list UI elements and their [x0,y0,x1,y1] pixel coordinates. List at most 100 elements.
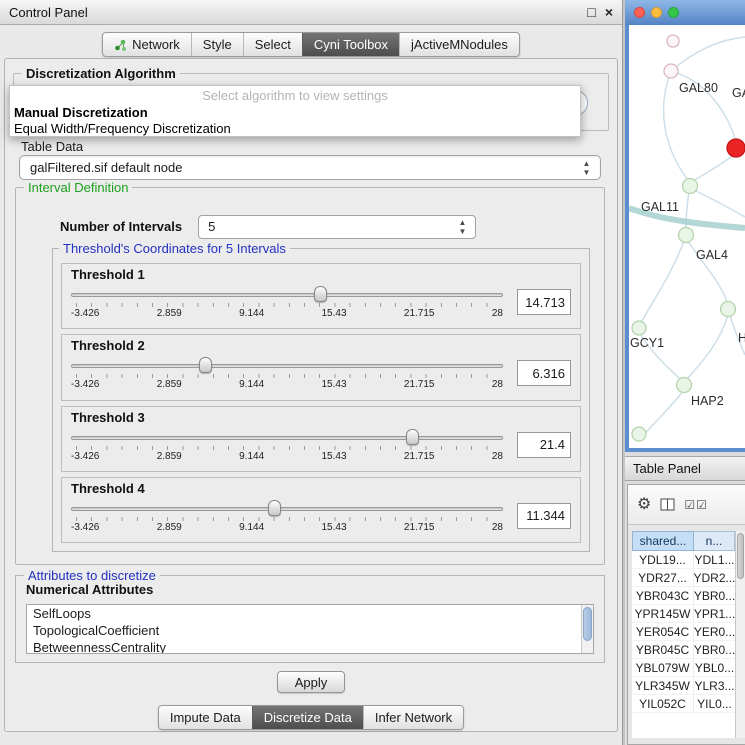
threshold-slider[interactable]: -3.4262.8599.14415.4321.71528 [71,497,503,535]
table-cell: YDL19... [632,551,694,568]
column-header-shared-name[interactable]: shared... [632,531,694,551]
network-node[interactable] [683,179,698,194]
table-row[interactable]: YDR27...YDR2... [632,569,735,587]
threshold-slider[interactable]: -3.4262.8599.14415.4321.71528 [71,426,503,464]
group-title: Threshold's Coordinates for 5 Intervals [59,241,290,256]
threshold-slider[interactable]: -3.4262.8599.14415.4321.71528 [71,283,503,321]
checkbox-icons[interactable]: ☑☑ [684,499,708,511]
list-item[interactable]: BetweennessCentrality [27,639,593,654]
table-cell: YPR1... [694,605,735,622]
threshold-value-field[interactable]: 21.4 [517,432,571,458]
table-cell: YDL1... [694,551,735,568]
tab-style[interactable]: Style [191,33,243,56]
threshold-value-field[interactable]: 11.344 [517,503,571,529]
gear-icon[interactable]: ⚙ [637,497,651,513]
list-item[interactable]: SelfLoops [27,605,593,622]
threshold-value-field[interactable]: 6.316 [517,360,571,386]
table-cell: YPR145W [632,605,694,622]
table-data-value: galFiltered.sif default node [30,160,182,175]
table-cell: YLR345W [632,677,694,694]
network-node[interactable] [677,378,692,393]
tab-impute-data[interactable]: Impute Data [159,706,252,729]
interval-definition-group: Interval Definition Number of Intervals … [15,187,605,565]
number-of-intervals-spinner[interactable]: 5 ▲▼ [198,215,476,239]
table-row[interactable]: YER054CYER0... [632,623,735,641]
network-node[interactable] [632,427,646,441]
slider-track[interactable] [71,293,503,297]
tick-label: 21.715 [404,379,435,390]
combo-arrows-icon[interactable]: ▲▼ [580,159,593,177]
table-row[interactable]: YPR145WYPR1... [632,605,735,623]
threshold-value-field[interactable]: 14.713 [517,289,571,315]
network-node[interactable] [679,228,694,243]
tab-label: Cyni Toolbox [314,37,388,52]
close-traffic-light-icon[interactable] [634,7,645,18]
slider-track[interactable] [71,364,503,368]
control-panel: Control Panel □ × Network Style Select C… [0,0,622,745]
threshold-label: Threshold 4 [71,481,571,496]
tick-label: 28 [492,522,503,533]
minimize-traffic-light-icon[interactable] [651,7,662,18]
algorithm-dropdown-popup: Select algorithm to view settings Manual… [9,85,581,137]
zoom-traffic-light-icon[interactable] [668,7,679,18]
tab-label: Network [132,37,180,52]
threshold-slider[interactable]: -3.4262.8599.14415.4321.71528 [71,354,503,392]
table-row[interactable]: YIL052CYIL0... [632,695,735,713]
table-header-row: shared... n... [632,531,735,551]
tick-label: 15.43 [322,451,347,462]
network-node[interactable] [664,64,678,78]
tick-label: 2.859 [157,379,182,390]
network-window-titlebar[interactable] [625,0,745,25]
dropdown-option-manual[interactable]: Manual Discretization [10,103,580,120]
network-node[interactable] [667,35,679,47]
table-scrollbar[interactable] [735,531,745,738]
scrollbar-thumb[interactable] [737,533,744,579]
table-row[interactable]: YLR345WYLR3... [632,677,735,695]
thresholds-group: Threshold's Coordinates for 5 Intervals … [52,248,590,552]
numerical-attributes-list[interactable]: SelfLoopsTopologicalCoefficientBetweenne… [26,604,594,654]
table-data-combobox[interactable]: galFiltered.sif default node ▲▼ [19,155,601,180]
list-item[interactable]: TopologicalCoefficient [27,622,593,639]
scrollbar-thumb[interactable] [583,607,592,641]
node-label: GAL80 [679,81,718,95]
tab-discretize-data[interactable]: Discretize Data [252,706,363,729]
table-row[interactable]: YDL19...YDL1... [632,551,735,569]
tab-select[interactable]: Select [243,33,302,56]
list-scrollbar[interactable] [581,605,593,653]
apply-button[interactable]: Apply [277,671,345,693]
slider-thumb[interactable] [314,286,327,302]
number-of-intervals-label: Number of Intervals [60,219,182,234]
tab-network[interactable]: Network [103,33,191,56]
spinner-arrows-icon[interactable]: ▲▼ [456,218,469,236]
slider-thumb[interactable] [199,357,212,373]
group-title: Attributes to discretize [24,568,160,583]
slider-track[interactable] [71,507,503,511]
slider-thumb[interactable] [406,429,419,445]
tab-infer-network[interactable]: Infer Network [363,706,463,729]
table-row[interactable]: YBR043CYBR0... [632,587,735,605]
network-canvas[interactable]: GAL80 GA GAL11 GAL4 GCY1 H HAP2 [629,25,745,448]
slider-thumb[interactable] [268,500,281,516]
slider-track[interactable] [71,436,503,440]
tick-label: 15.43 [322,379,347,390]
node-label: GAL4 [696,248,728,262]
table-row[interactable]: YBR045CYBR0... [632,641,735,659]
tab-cyni-toolbox[interactable]: Cyni Toolbox [302,33,399,56]
network-node[interactable] [721,302,736,317]
column-header-name[interactable]: n... [694,531,735,551]
network-node-selected[interactable] [727,139,745,157]
node-table: shared... n... YDL19...YDL1...YDR27...YD… [632,531,735,738]
tick-label: -3.426 [71,451,99,462]
slider-ticks [76,517,498,521]
dropdown-option-equal-width[interactable]: Equal Width/Frequency Discretization [10,120,580,136]
close-icon[interactable]: × [605,5,613,19]
node-label: GA [732,86,745,100]
float-window-icon[interactable]: □ [587,5,595,19]
columns-icon[interactable] [660,498,675,511]
tick-label: 9.144 [239,379,264,390]
bottom-tab-bar: Impute Data Discretize Data Infer Networ… [5,705,617,730]
table-toolbar: ⚙ ☑☑ [628,485,745,525]
network-node[interactable] [632,321,646,335]
table-row[interactable]: YBL079WYBL0... [632,659,735,677]
tab-jactivemnodules[interactable]: jActiveMNodules [399,33,519,56]
